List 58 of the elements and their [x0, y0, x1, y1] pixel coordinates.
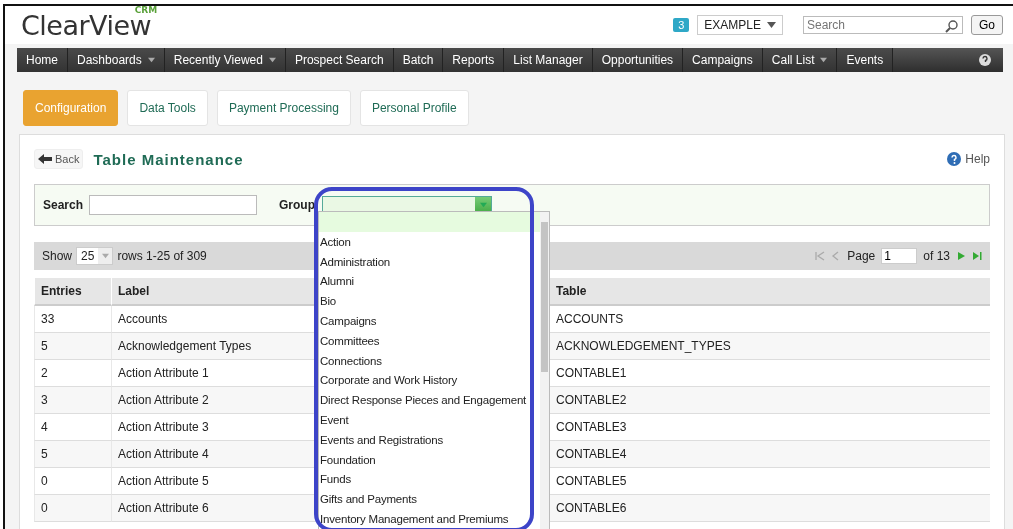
caret-icon — [767, 22, 776, 28]
caret-icon — [268, 57, 276, 63]
table-cell: 0 — [34, 468, 111, 495]
table-cell: CONTABLE4 — [549, 441, 990, 468]
table-cell: 0 — [34, 495, 111, 522]
column-header[interactable]: Table — [549, 278, 990, 306]
column-header[interactable]: Entries — [34, 278, 111, 306]
table-cell: 5 — [34, 441, 111, 468]
tab[interactable]: Payment Processing — [216, 90, 351, 126]
nav-item[interactable]: List Manager — [504, 48, 593, 72]
table-cell: CONTABLE2 — [549, 387, 990, 414]
search-input[interactable] — [89, 195, 258, 215]
caret-icon — [479, 202, 487, 208]
nav-item[interactable]: Reports — [443, 48, 505, 72]
page-size-select[interactable]: 25 — [76, 247, 114, 265]
search-field[interactable]: Search — [803, 16, 963, 34]
nav-item[interactable]: Batch — [393, 48, 444, 72]
rows-info: rows 1-25 of 309 — [117, 249, 207, 263]
caret-icon — [101, 253, 109, 259]
help-icon — [947, 152, 962, 166]
search-icon — [945, 19, 959, 33]
account-dropdown[interactable]: EXAMPLE — [697, 15, 783, 35]
help-icon[interactable] — [979, 54, 991, 66]
search-label: Search — [43, 198, 84, 212]
help-link[interactable]: Help — [947, 152, 990, 166]
logo-tag: CRM — [134, 6, 158, 15]
table-cell: ACKNOWLEDGEMENT_TYPES — [549, 333, 990, 360]
nav-item[interactable]: Prospect Search — [285, 48, 394, 72]
page-count: of 13 — [923, 249, 950, 263]
tab[interactable]: Data Tools — [127, 90, 208, 126]
table-cell: 2 — [34, 360, 111, 387]
caret-icon — [147, 57, 155, 63]
show-label: Show — [42, 249, 73, 263]
table-cell: 33 — [34, 306, 111, 333]
nav-item[interactable]: Home — [17, 48, 68, 72]
first-page-icon[interactable] — [815, 251, 826, 261]
caret-icon — [820, 57, 828, 63]
tab[interactable]: Personal Profile — [359, 90, 469, 126]
next-page-icon[interactable] — [956, 251, 966, 261]
table-cell: CONTABLE6 — [549, 495, 990, 522]
nav-item[interactable]: Dashboards — [68, 48, 165, 72]
scrollbar-thumb[interactable] — [541, 222, 548, 372]
nav-item[interactable]: Campaigns — [683, 48, 763, 72]
back-button[interactable]: Back — [34, 149, 84, 169]
table-cell: 3 — [34, 387, 111, 414]
go-button[interactable]: Go — [971, 15, 1003, 35]
nav-item[interactable]: Recently Viewed — [164, 48, 286, 72]
page-input[interactable]: 1 — [881, 248, 918, 264]
nav-item[interactable]: Opportunities — [592, 48, 684, 72]
nav-item[interactable]: Call List — [762, 48, 838, 72]
table-cell: 4 — [34, 414, 111, 441]
nav-item[interactable]: Events — [837, 48, 894, 72]
page-title: Table Maintenance — [93, 150, 244, 168]
page-label: Page — [847, 249, 876, 263]
table-cell: 5 — [34, 333, 111, 360]
scrollbar[interactable] — [540, 212, 549, 529]
arrow-left-icon — [38, 154, 52, 164]
last-page-icon[interactable] — [972, 251, 982, 261]
